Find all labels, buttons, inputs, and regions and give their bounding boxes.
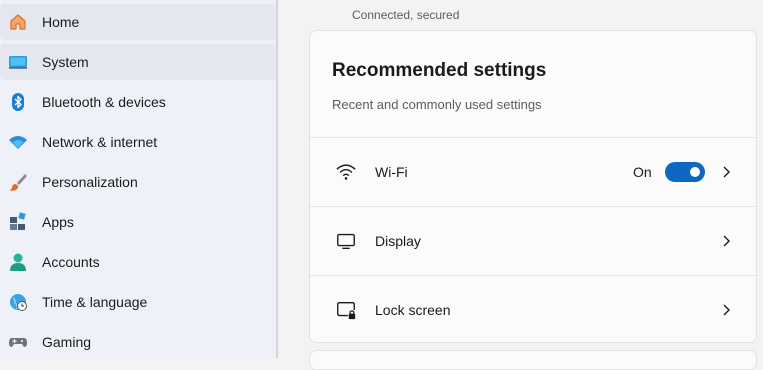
wifi-icon <box>334 160 358 184</box>
sidebar-item-label: Time & language <box>42 294 148 310</box>
home-icon <box>8 12 28 32</box>
toggle-knob <box>690 167 700 177</box>
setting-row-label: Display <box>375 233 421 249</box>
sidebar-item-apps[interactable]: Apps <box>0 204 277 240</box>
chevron-right-icon[interactable] <box>719 303 733 317</box>
setting-row-display[interactable]: Display <box>310 206 756 275</box>
card-title: Recommended settings <box>332 60 547 81</box>
sidebar: Home System Bluetooth & devices Network … <box>0 0 278 358</box>
card-subtitle: Recent and commonly used settings <box>332 97 542 112</box>
sidebar-item-network[interactable]: Network & internet <box>0 124 277 160</box>
accounts-icon <box>8 252 28 272</box>
sidebar-item-home[interactable]: Home <box>0 4 277 40</box>
sidebar-item-label: Home <box>42 14 80 30</box>
setting-row-lock-screen[interactable]: Lock screen <box>310 275 756 342</box>
lock-screen-icon <box>334 298 358 322</box>
apps-icon <box>8 212 28 232</box>
brush-icon <box>8 172 28 192</box>
sidebar-item-label: Personalization <box>42 174 138 190</box>
sidebar-item-label: Network & internet <box>42 134 158 150</box>
sidebar-item-personalization[interactable]: Personalization <box>0 164 277 200</box>
sidebar-item-bluetooth[interactable]: Bluetooth & devices <box>0 84 277 120</box>
sidebar-item-label: Gaming <box>42 334 92 350</box>
sidebar-item-time-language[interactable]: Time & language <box>0 284 277 320</box>
setting-row-label: Lock screen <box>375 302 451 318</box>
sidebar-item-label: System <box>42 54 89 70</box>
sidebar-item-label: Bluetooth & devices <box>42 94 166 110</box>
wifi-toggle-state-label: On <box>633 164 652 180</box>
network-icon <box>8 132 28 152</box>
gamepad-icon <box>8 332 28 352</box>
recommended-settings-card: Recommended settings Recent and commonly… <box>309 30 757 343</box>
display-icon <box>334 229 358 253</box>
next-card <box>309 350 757 370</box>
sidebar-item-label: Accounts <box>42 254 100 270</box>
setting-row-wifi[interactable]: Wi-Fi On <box>310 137 756 206</box>
globe-icon <box>8 292 28 312</box>
system-icon <box>8 52 28 72</box>
sidebar-item-gaming[interactable]: Gaming <box>0 324 277 360</box>
connection-status: Connected, secured <box>352 8 460 22</box>
sidebar-item-system[interactable]: System <box>0 44 277 80</box>
setting-row-label: Wi-Fi <box>375 164 408 180</box>
wifi-toggle[interactable] <box>665 162 705 182</box>
bluetooth-icon <box>8 92 28 112</box>
chevron-right-icon[interactable] <box>719 165 733 179</box>
sidebar-item-label: Apps <box>42 214 74 230</box>
chevron-right-icon[interactable] <box>719 234 733 248</box>
sidebar-item-accounts[interactable]: Accounts <box>0 244 277 280</box>
